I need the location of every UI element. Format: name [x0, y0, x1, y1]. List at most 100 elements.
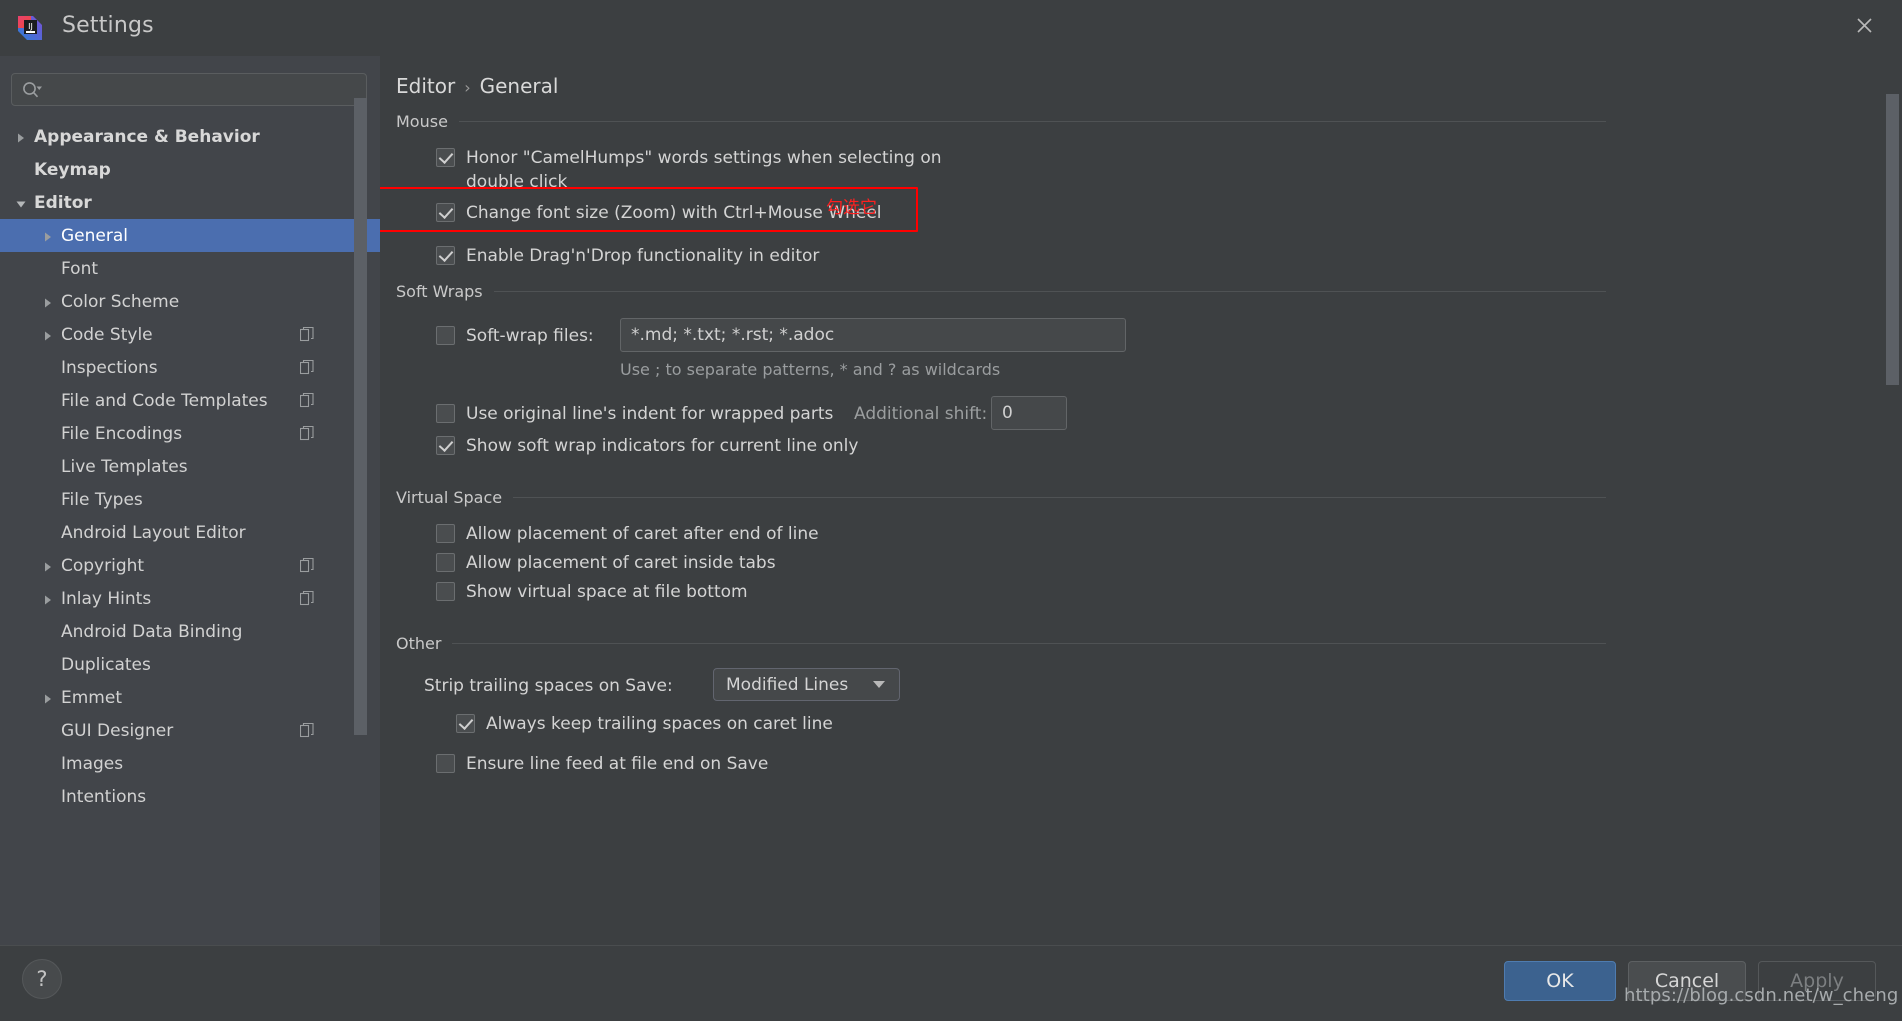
sidebar-item-duplicates[interactable]: Duplicates — [0, 648, 380, 681]
section-virtual-space-title: Virtual Space — [396, 488, 503, 507]
sidebar-item-label: Inlay Hints — [61, 588, 152, 609]
checkbox-virtual-space-bottom[interactable]: Show virtual space at file bottom — [436, 580, 748, 604]
settings-sidebar: Appearance & Behavior Keymap Editor General… — [0, 56, 380, 945]
sidebar-item-inspections[interactable]: Inspections — [0, 351, 380, 384]
sidebar-item-file-and-code-templates[interactable]: File and Code Templates — [0, 384, 380, 417]
copy-settings-icon[interactable] — [299, 722, 314, 738]
search-icon — [22, 81, 44, 99]
checkbox-caret-after-eol[interactable]: Allow placement of caret after end of li… — [436, 522, 819, 546]
chevron-right-icon[interactable] — [14, 130, 28, 144]
checkbox-icon[interactable] — [436, 246, 455, 265]
checkbox-keep-trailing-caret[interactable]: Always keep trailing spaces on caret lin… — [456, 712, 833, 736]
sidebar-item-label: Color Scheme — [61, 291, 180, 312]
checkbox-soft-wrap-files[interactable]: Soft-wrap files: — [436, 324, 594, 348]
chevron-down-icon[interactable] — [873, 681, 885, 688]
search-box[interactable] — [11, 73, 367, 106]
sidebar-item-file-encodings[interactable]: File Encodings — [0, 417, 380, 450]
checkbox-label: Show soft wrap indicators for current li… — [466, 436, 859, 456]
checkbox-label: Enable Drag'n'Drop functionality in edit… — [466, 246, 820, 266]
checkbox-change-font-size[interactable]: Change font size (Zoom) with Ctrl+Mouse … — [436, 201, 882, 225]
section-mouse: Mouse — [396, 112, 1606, 131]
close-icon[interactable] — [1842, 6, 1886, 44]
copy-settings-icon[interactable] — [299, 326, 314, 342]
chevron-right-icon[interactable] — [41, 559, 55, 573]
checkbox-icon[interactable] — [436, 404, 455, 423]
sidebar-item-label: Duplicates — [61, 654, 151, 675]
sidebar-item-editor[interactable]: Editor — [0, 186, 380, 219]
checkbox-honor-camelhumps[interactable]: Honor "CamelHumps" words settings when s… — [436, 146, 976, 194]
sidebar-item-copyright[interactable]: Copyright — [0, 549, 380, 582]
sidebar-scrollbar-thumb[interactable] — [354, 98, 367, 735]
sidebar-item-keymap[interactable]: Keymap — [0, 153, 380, 186]
strip-trailing-dropdown[interactable]: Modified Lines — [713, 668, 900, 701]
sidebar-item-label: General — [61, 225, 128, 246]
sidebar-item-emmet[interactable]: Emmet — [0, 681, 380, 714]
sidebar-item-label: GUI Designer — [61, 720, 174, 741]
sidebar-item-file-types[interactable]: File Types — [0, 483, 380, 516]
checkbox-icon[interactable] — [436, 553, 455, 572]
sidebar-item-gui-designer[interactable]: GUI Designer — [0, 714, 380, 747]
intellij-idea-icon: IJ — [16, 14, 44, 42]
section-mouse-header: Mouse — [396, 112, 1606, 131]
checkbox-use-original-indent[interactable]: Use original line's indent for wrapped p… — [436, 402, 833, 426]
copy-settings-icon[interactable] — [299, 359, 314, 375]
soft-wrap-files-input[interactable] — [631, 325, 1115, 345]
sidebar-item-label: Live Templates — [61, 456, 188, 477]
soft-wrap-files-input-wrapper[interactable] — [620, 318, 1126, 352]
sidebar-item-color-scheme[interactable]: Color Scheme — [0, 285, 380, 318]
sidebar-item-label: Android Layout Editor — [61, 522, 246, 543]
sidebar-item-inlay-hints[interactable]: Inlay Hints — [0, 582, 380, 615]
soft-wrap-hint: Use ; to separate patterns, * and ? as w… — [620, 360, 1001, 379]
checkbox-label: Soft-wrap files: — [466, 326, 594, 346]
checkbox-icon[interactable] — [436, 148, 455, 167]
sidebar-item-android-data-binding[interactable]: Android Data Binding — [0, 615, 380, 648]
breadcrumb-parent[interactable]: Editor — [396, 74, 455, 98]
additional-shift-input-wrapper[interactable] — [991, 396, 1067, 430]
section-other-title: Other — [396, 634, 442, 653]
chevron-right-icon[interactable] — [41, 592, 55, 606]
checkbox-icon[interactable] — [436, 582, 455, 601]
chevron-right-icon[interactable] — [41, 295, 55, 309]
sidebar-item-label: Inspections — [61, 357, 158, 378]
checkbox-ensure-line-feed[interactable]: Ensure line feed at file end on Save — [436, 752, 768, 776]
sidebar-item-font[interactable]: Font — [0, 252, 380, 285]
section-soft-wraps: Soft Wraps — [396, 282, 1606, 301]
copy-settings-icon[interactable] — [299, 392, 314, 408]
checkbox-label: Always keep trailing spaces on caret lin… — [486, 714, 833, 734]
checkbox-icon[interactable] — [436, 754, 455, 773]
sidebar-item-intentions[interactable]: Intentions — [0, 780, 380, 813]
sidebar-item-code-style[interactable]: Code Style — [0, 318, 380, 351]
section-mouse-title: Mouse — [396, 112, 448, 131]
checkbox-icon[interactable] — [436, 524, 455, 543]
sidebar-item-general[interactable]: General — [0, 219, 380, 252]
checkbox-show-soft-wrap-indicators[interactable]: Show soft wrap indicators for current li… — [436, 434, 858, 458]
copy-settings-icon[interactable] — [299, 590, 314, 606]
checkbox-drag-n-drop[interactable]: Enable Drag'n'Drop functionality in edit… — [436, 244, 819, 268]
sidebar-item-android-layout-editor[interactable]: Android Layout Editor — [0, 516, 380, 549]
sidebar-item-appearance-behavior[interactable]: Appearance & Behavior — [0, 120, 380, 153]
checkbox-icon[interactable] — [436, 326, 455, 345]
help-button[interactable]: ? — [22, 959, 62, 999]
copy-settings-icon[interactable] — [299, 557, 314, 573]
checkbox-label: Honor "CamelHumps" words settings when s… — [466, 148, 942, 192]
checkbox-icon[interactable] — [436, 203, 455, 222]
svg-text:IJ: IJ — [28, 22, 33, 31]
chevron-right-icon[interactable] — [41, 328, 55, 342]
content-scrollbar-thumb[interactable] — [1886, 94, 1899, 385]
checkbox-caret-inside-tabs[interactable]: Allow placement of caret inside tabs — [436, 551, 776, 575]
chevron-down-icon[interactable] — [14, 196, 28, 210]
checkbox-icon[interactable] — [436, 436, 455, 455]
ok-button[interactable]: OK — [1504, 961, 1616, 1001]
window-title: Settings — [62, 13, 154, 38]
checkbox-icon[interactable] — [456, 714, 475, 733]
checkbox-label: Allow placement of caret after end of li… — [466, 524, 819, 544]
sidebar-item-live-templates[interactable]: Live Templates — [0, 450, 380, 483]
search-input[interactable] — [44, 80, 366, 99]
sidebar-item-images[interactable]: Images — [0, 747, 380, 780]
breadcrumb-current: General — [479, 74, 559, 98]
section-soft-wraps-header: Soft Wraps — [396, 282, 1606, 301]
chevron-right-icon[interactable] — [41, 691, 55, 705]
additional-shift-input[interactable] — [1002, 403, 1056, 423]
chevron-right-icon[interactable] — [41, 229, 55, 243]
copy-settings-icon[interactable] — [299, 425, 314, 441]
